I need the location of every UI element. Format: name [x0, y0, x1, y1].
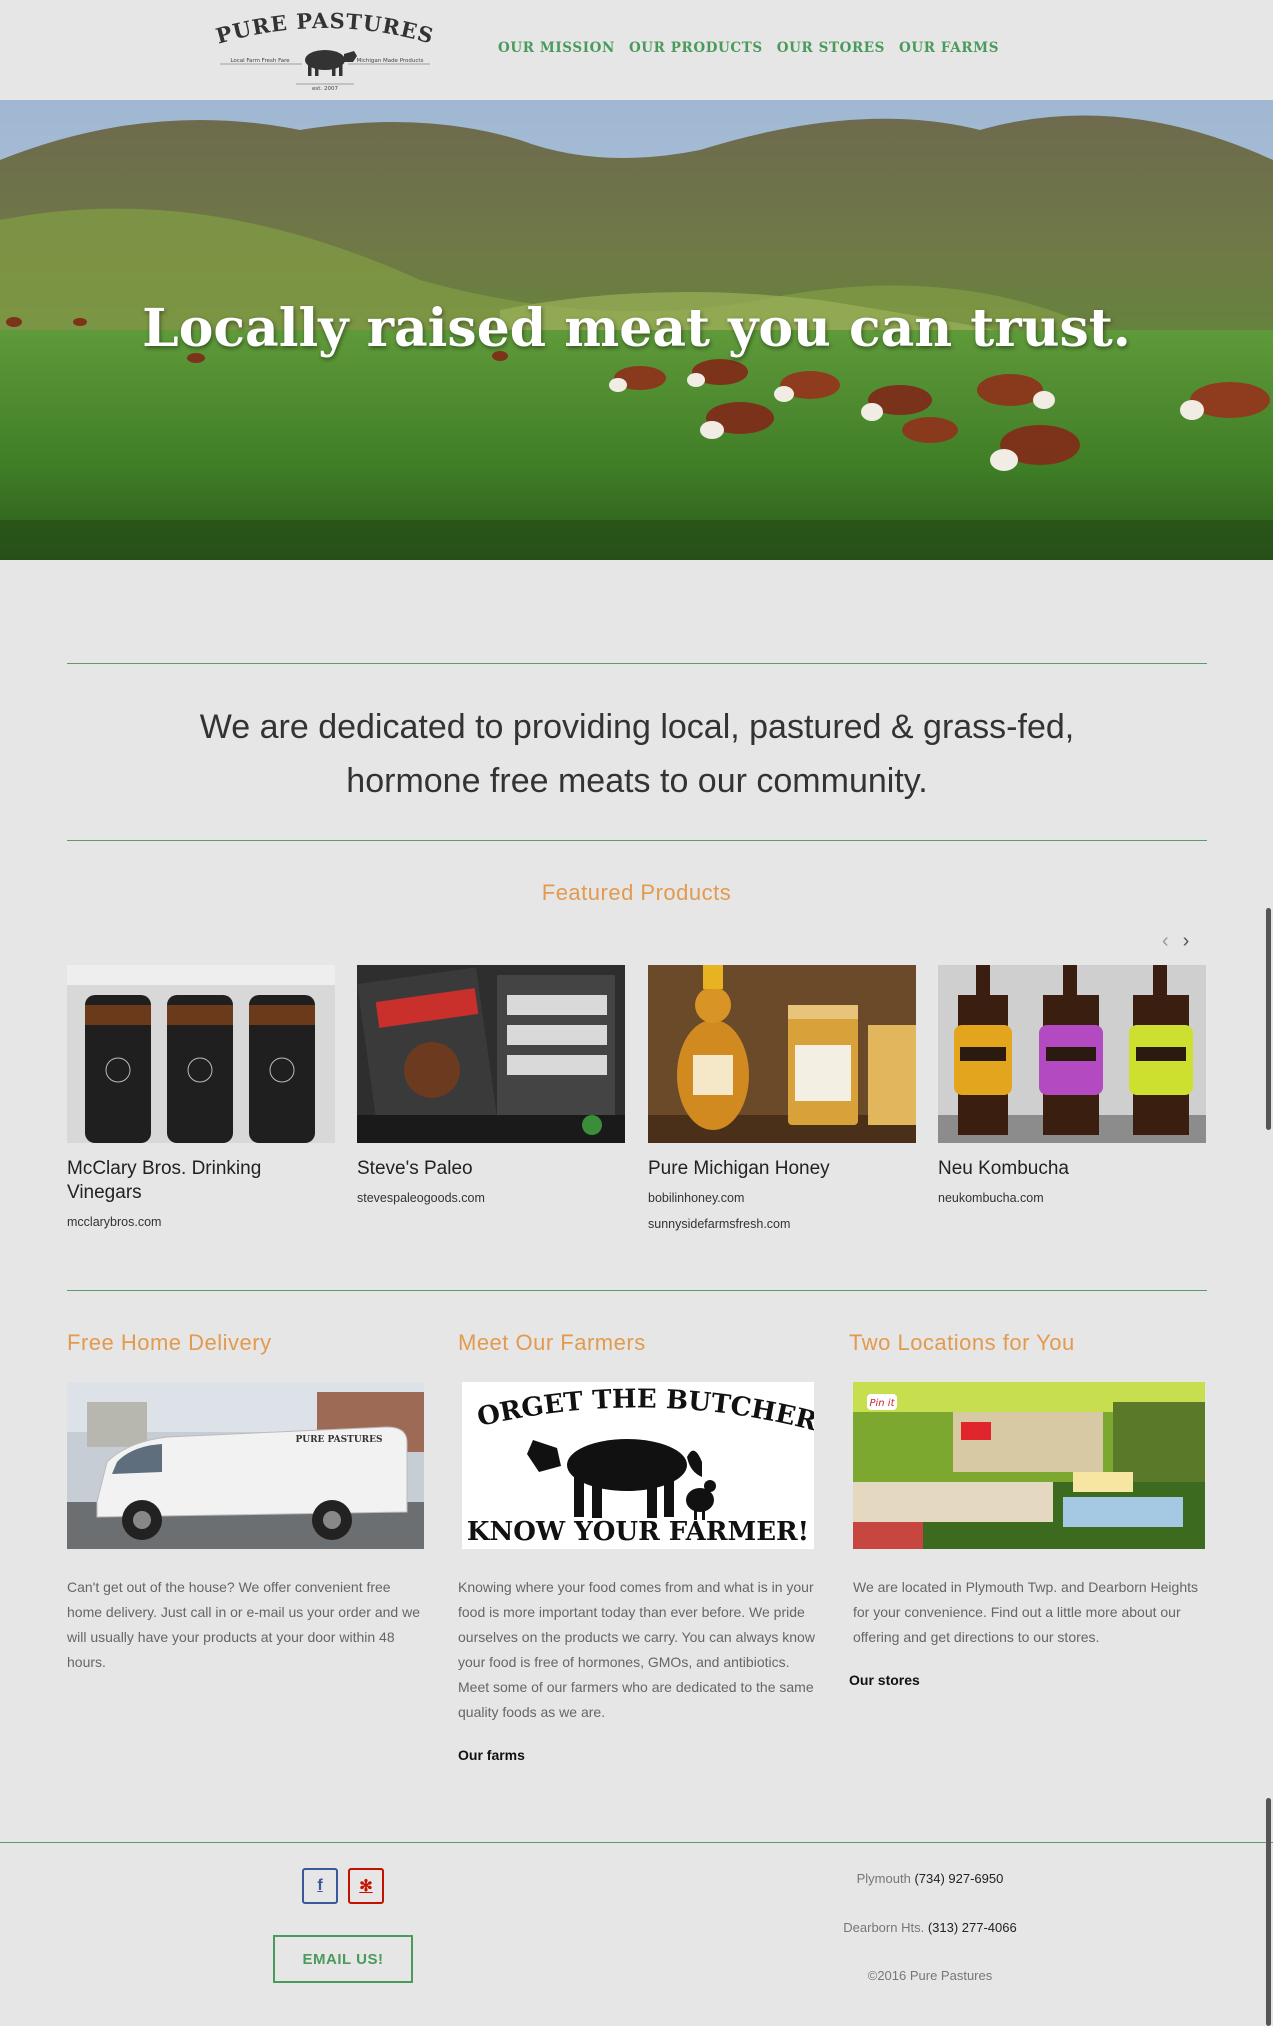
sign-bottom-text: KNOW YOUR FARMER!	[467, 1517, 809, 1547]
nav-our-farms[interactable]: OUR FARMS	[899, 40, 999, 56]
mission-statement: We are dedicated to providing local, pas…	[67, 700, 1207, 808]
product-name[interactable]: McClary Bros. Drinking Vinegars	[67, 1157, 335, 1205]
locations-title: Two Locations for You	[849, 1330, 1075, 1355]
featured-products-title: Featured Products	[541, 880, 732, 905]
product-card[interactable]: Neu Kombucha neukombucha.com	[938, 965, 1206, 1205]
divider	[67, 663, 1207, 664]
plymouth-label: Plymouth	[856, 1871, 911, 1886]
product-card[interactable]: Steve's Paleo stevespaleogoods.com	[357, 965, 625, 1205]
product-link[interactable]: stevespaleogoods.com	[357, 1191, 625, 1205]
mission-line-1: We are dedicated to providing local, pas…	[199, 708, 1075, 746]
hero-headline: Locally raised meat you can trust.	[142, 298, 1131, 359]
farmers-text: Knowing where your food comes from and w…	[458, 1579, 815, 1720]
farmers-column: Meet Our Farmers FORGET THE BUTCHER K	[458, 1330, 815, 1763]
plymouth-contact: Plymouth (734) 927-6950	[780, 1871, 1080, 1886]
pure-pastures-logo[interactable]: PURE PASTURES Local Farm Fresh Fare Mich…	[212, 8, 438, 92]
locations-column: Two Locations for You Pin it We are loca…	[849, 1330, 1206, 1688]
logo-tagline-right: Michigan Made Products	[357, 58, 424, 64]
plymouth-phone[interactable]: (734) 927-6950	[914, 1871, 1003, 1886]
logo-tagline-left: Local Farm Fresh Fare	[230, 58, 290, 64]
logo-est: est. 2007	[312, 86, 338, 92]
facebook-icon[interactable]: f	[302, 1868, 338, 1904]
product-link[interactable]: neukombucha.com	[938, 1191, 1206, 1205]
store-interior-image: Pin it	[853, 1382, 1205, 1549]
main-nav: OUR MISSION OUR PRODUCTS OUR STORES OUR …	[498, 40, 999, 56]
scrollbar-thumb[interactable]	[1266, 1798, 1271, 2026]
our-farms-link[interactable]: Our farms	[458, 1747, 815, 1763]
product-image-vinegars[interactable]	[67, 965, 335, 1143]
carousel-controls: ‹ ›	[1162, 930, 1189, 953]
scrollbar-thumb[interactable]	[1266, 908, 1271, 1130]
product-image-paleo[interactable]	[357, 965, 625, 1143]
copyright: ©2016 Pure Pastures	[867, 1968, 993, 1983]
store-sign-text: Pin it	[869, 1398, 895, 1409]
mission-line-2: hormone free meats to our community.	[346, 762, 928, 800]
our-stores-link[interactable]: Our stores	[849, 1672, 1206, 1688]
email-us-button[interactable]: EMAIL US!	[273, 1935, 413, 1983]
locations-text: We are located in Plymouth Twp. and Dear…	[853, 1579, 1199, 1645]
product-card[interactable]: Pure Michigan Honey bobilinhoney.com sun…	[648, 965, 916, 1231]
delivery-title: Free Home Delivery	[67, 1330, 272, 1355]
product-name[interactable]: Neu Kombucha	[938, 1157, 1206, 1181]
chevron-left-icon[interactable]: ‹	[1162, 930, 1169, 953]
farmers-title: Meet Our Farmers	[458, 1330, 646, 1355]
dearborn-label: Dearborn Hts.	[843, 1920, 925, 1935]
nav-our-mission[interactable]: OUR MISSION	[498, 40, 615, 56]
footer-divider	[0, 1842, 1273, 1843]
product-card[interactable]: McClary Bros. Drinking Vinegars mcclaryb…	[67, 965, 335, 1229]
hero-banner: Locally raised meat you can trust.	[0, 100, 1273, 560]
van-label: PURE PASTURES	[295, 1435, 382, 1445]
product-name[interactable]: Pure Michigan Honey	[648, 1157, 916, 1181]
product-link[interactable]: bobilinhoney.com	[648, 1191, 916, 1205]
site-header: PURE PASTURES Local Farm Fresh Fare Mich…	[0, 0, 1273, 100]
chevron-right-icon[interactable]: ›	[1183, 930, 1190, 953]
yelp-icon[interactable]: ✻	[348, 1868, 384, 1904]
dearborn-phone[interactable]: (313) 277-4066	[928, 1920, 1017, 1935]
product-name[interactable]: Steve's Paleo	[357, 1157, 625, 1181]
nav-our-products[interactable]: OUR PRODUCTS	[629, 40, 763, 56]
product-link[interactable]: mcclarybros.com	[67, 1215, 335, 1229]
delivery-text: Can't get out of the house? We offer con…	[67, 1579, 421, 1670]
product-image-kombucha[interactable]	[938, 965, 1206, 1143]
product-link[interactable]: sunnysidefarmsfresh.com	[648, 1217, 916, 1231]
delivery-van-image: PURE PASTURES	[67, 1382, 424, 1549]
divider	[67, 840, 1207, 841]
divider	[67, 1290, 1207, 1291]
nav-our-stores[interactable]: OUR STORES	[777, 40, 885, 56]
delivery-column: Free Home Delivery PURE PASTURES Can't g…	[67, 1330, 424, 1675]
dearborn-contact: Dearborn Hts. (313) 277-4066	[780, 1920, 1080, 1935]
svg-text:PURE PASTURES: PURE PASTURES	[213, 10, 437, 49]
product-image-honey[interactable]	[648, 965, 916, 1143]
forget-butcher-sign-image: FORGET THE BUTCHER KNOW YOUR FARMER!	[462, 1382, 814, 1549]
